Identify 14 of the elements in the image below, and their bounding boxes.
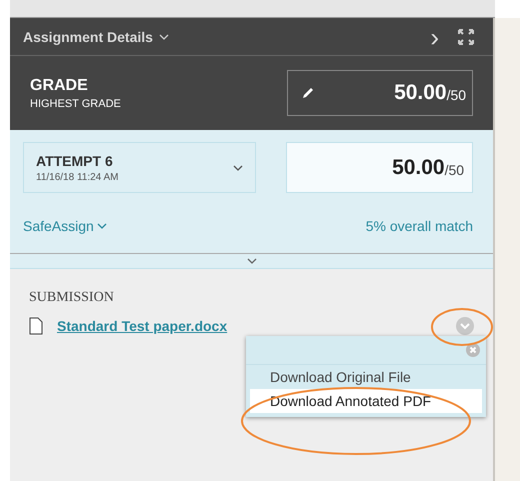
menu-item[interactable]: Download Original File [250, 365, 482, 389]
attempt-dropdown[interactable]: ATTEMPT 6 11/16/18 11:24 AM [23, 142, 256, 193]
highest-grade-label: HIGHEST GRADE [30, 98, 121, 110]
attempt-max: /50 [444, 162, 464, 178]
next-button[interactable]: › [430, 24, 440, 50]
submission-heading: SUBMISSION [29, 290, 115, 306]
attempt-score-field[interactable]: 50.00/50 [286, 142, 474, 193]
attempt-value: 50.00 [392, 156, 445, 180]
grade-value: 50.00 [394, 81, 447, 105]
grade-max: /50 [446, 87, 466, 103]
grade-label: GRADE [30, 76, 89, 94]
assignment-details-dropdown[interactable]: Assignment Details [23, 28, 169, 44]
grade-field[interactable]: 50.00/50 [287, 70, 474, 116]
menu-item[interactable]: Download Annotated PDF [250, 389, 482, 413]
